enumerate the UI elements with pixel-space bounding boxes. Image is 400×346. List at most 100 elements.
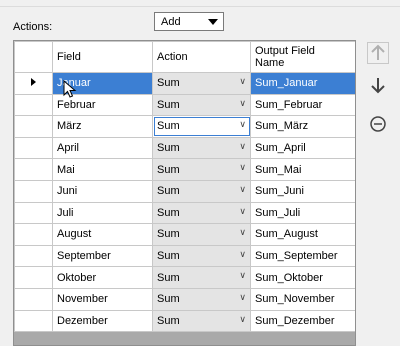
field-cell[interactable]: März <box>52 115 153 138</box>
field-cell[interactable]: Dezember <box>52 309 153 333</box>
top-strip <box>0 0 400 7</box>
field-cell[interactable]: April <box>52 136 153 160</box>
output-field-cell[interactable]: Sum_November <box>250 287 355 311</box>
field-cell[interactable]: August <box>52 223 153 246</box>
actions-label: Actions: <box>13 21 53 33</box>
move-up-button[interactable] <box>367 42 389 64</box>
chevron-down-icon: ∨ <box>239 205 246 216</box>
action-value: Sum <box>157 142 180 155</box>
field-cell[interactable]: Mai <box>52 158 153 181</box>
output-field-cell[interactable]: Sum_September <box>250 244 355 268</box>
chevron-down-icon: ∨ <box>239 183 246 194</box>
row-indicator[interactable] <box>14 201 53 225</box>
action-dropdown[interactable]: Sum ∨ <box>152 223 251 246</box>
output-field-cell[interactable]: Sum_Februar <box>250 93 355 117</box>
table-row[interactable]: November Sum ∨ Sum_November <box>14 287 355 311</box>
action-dropdown[interactable]: Sum ∨ <box>152 266 251 289</box>
field-cell[interactable]: Juli <box>52 201 153 225</box>
field-cell[interactable]: September <box>52 244 153 268</box>
action-dropdown[interactable]: Sum ∨ <box>152 115 251 138</box>
field-cell[interactable]: Oktober <box>52 266 153 289</box>
table-row[interactable]: Juni Sum ∨ Sum_Juni <box>14 179 355 203</box>
output-field-cell[interactable]: Sum_Juli <box>250 201 355 225</box>
chevron-down-icon: ∨ <box>239 97 246 108</box>
output-field-cell[interactable]: Sum_Juni <box>250 179 355 203</box>
output-field-cell[interactable]: Sum_August <box>250 223 355 246</box>
table-row[interactable]: Juli Sum ∨ Sum_Juli <box>14 201 355 225</box>
action-dropdown[interactable]: Sum ∨ <box>152 309 251 333</box>
chevron-down-icon: ∨ <box>239 313 246 324</box>
action-dropdown[interactable]: Sum ∨ <box>152 287 251 311</box>
remove-button[interactable] <box>367 113 389 135</box>
row-indicator[interactable] <box>14 179 53 203</box>
remove-circle-icon <box>370 116 386 132</box>
action-dropdown[interactable]: Sum ∨ <box>152 136 251 160</box>
mouse-cursor-icon <box>63 80 77 98</box>
action-value: Sum <box>157 293 180 306</box>
row-header-corner <box>14 41 53 73</box>
action-value: Sum <box>157 228 180 241</box>
action-value: Sum <box>157 185 180 198</box>
field-cell[interactable]: Juni <box>52 179 153 203</box>
chevron-down-icon: ∨ <box>239 140 246 151</box>
row-indicator[interactable] <box>14 72 53 95</box>
action-value: Sum <box>157 120 180 133</box>
action-dropdown[interactable]: Sum ∨ <box>152 244 251 268</box>
action-value: Sum <box>157 77 180 90</box>
row-indicator[interactable] <box>14 287 53 311</box>
output-field-cell[interactable]: Sum_April <box>250 136 355 160</box>
row-indicator[interactable] <box>14 115 53 138</box>
chevron-down-icon: ∨ <box>239 291 246 302</box>
output-header-line1: Output Field <box>255 45 315 57</box>
row-indicator[interactable] <box>14 158 53 181</box>
action-dropdown[interactable]: Sum ∨ <box>152 93 251 117</box>
arrow-down-icon <box>371 78 385 94</box>
table-row[interactable]: Dezember Sum ∨ Sum_Dezember <box>14 309 355 333</box>
column-header-action[interactable]: Action <box>152 41 251 73</box>
output-field-cell[interactable]: Sum_März <box>250 115 355 138</box>
action-value: Sum <box>157 163 180 176</box>
row-indicator[interactable] <box>14 136 53 160</box>
action-dropdown[interactable]: Sum ∨ <box>152 179 251 203</box>
output-field-cell[interactable]: Sum_Oktober <box>250 266 355 289</box>
row-pointer-icon <box>31 78 36 87</box>
table-row[interactable]: Oktober Sum ∨ Sum_Oktober <box>14 266 355 289</box>
output-field-cell[interactable]: Sum_Dezember <box>250 309 355 333</box>
action-dropdown[interactable]: Sum ∨ <box>152 158 251 181</box>
column-header-output-field-name[interactable]: Output Field Name <box>250 41 355 73</box>
table-header-row: Field Action Output Field Name <box>14 41 355 73</box>
add-dropdown[interactable]: Add <box>154 12 224 31</box>
chevron-down-icon: ∨ <box>239 227 246 238</box>
chevron-down-icon: ∨ <box>239 162 246 173</box>
action-value: Sum <box>157 206 180 219</box>
action-value: Sum <box>157 314 180 327</box>
arrow-up-icon <box>367 42 389 64</box>
dropdown-arrow-icon <box>208 19 218 25</box>
table-row[interactable]: März Sum ∨ Sum_März <box>14 115 355 138</box>
table-row[interactable]: April Sum ∨ Sum_April <box>14 136 355 160</box>
chevron-down-icon: ∨ <box>239 270 246 281</box>
move-down-button[interactable] <box>367 74 389 96</box>
output-header-line2: Name <box>255 57 285 69</box>
action-value: Sum <box>157 271 180 284</box>
table-row[interactable]: Mai Sum ∨ Sum_Mai <box>14 158 355 181</box>
row-indicator[interactable] <box>14 223 53 246</box>
output-field-cell[interactable]: Sum_Mai <box>250 158 355 181</box>
action-dropdown[interactable]: Sum ∨ <box>152 72 251 95</box>
action-value: Sum <box>157 98 180 111</box>
chevron-down-icon: ∨ <box>239 76 246 86</box>
table-row[interactable]: August Sum ∨ Sum_August <box>14 223 355 246</box>
field-cell[interactable]: November <box>52 287 153 311</box>
action-value: Sum <box>157 250 180 263</box>
add-dropdown-value: Add <box>161 15 181 28</box>
row-indicator[interactable] <box>14 309 53 333</box>
column-header-field[interactable]: Field <box>52 41 153 73</box>
row-indicator[interactable] <box>14 93 53 117</box>
row-indicator[interactable] <box>14 244 53 268</box>
action-dropdown[interactable]: Sum ∨ <box>152 201 251 225</box>
table-row[interactable]: September Sum ∨ Sum_September <box>14 244 355 268</box>
output-field-cell[interactable]: Sum_Januar <box>250 72 355 95</box>
chevron-down-icon: ∨ <box>239 119 246 130</box>
row-indicator[interactable] <box>14 266 53 289</box>
chevron-down-icon: ∨ <box>239 248 246 259</box>
